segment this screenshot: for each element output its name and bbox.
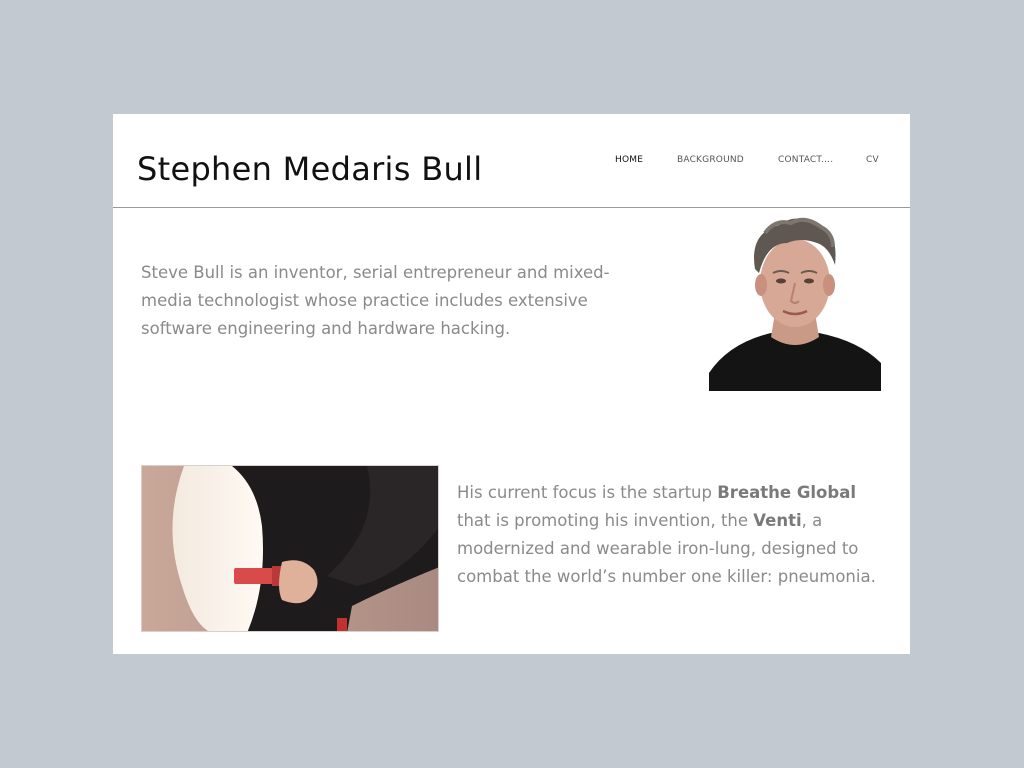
page-card: Stephen Medaris Bull HOME BACKGROUND CON… xyxy=(113,114,910,654)
nav-home-link[interactable]: HOME xyxy=(615,155,643,165)
venti-device-photo xyxy=(141,465,439,632)
main-nav: HOME BACKGROUND CONTACT.... CV xyxy=(113,155,910,169)
product-name: Venti xyxy=(753,511,802,530)
intro-paragraph: Steve Bull is an inventor, serial entrep… xyxy=(141,263,610,338)
company-name: Breathe Global xyxy=(717,483,856,502)
nav-cv-link[interactable]: CV xyxy=(866,155,879,165)
focus-text-1: His current focus is the startup xyxy=(457,483,718,502)
site-header: Stephen Medaris Bull HOME BACKGROUND CON… xyxy=(113,114,910,208)
nav-background-link[interactable]: BACKGROUND xyxy=(677,155,744,165)
portrait-photo xyxy=(709,213,881,391)
focus-text-2: that is promoting his invention, the xyxy=(457,511,754,530)
nav-contact-link[interactable]: CONTACT.... xyxy=(778,155,833,165)
focus-paragraph: His current focus is the startup Breathe… xyxy=(457,479,877,591)
